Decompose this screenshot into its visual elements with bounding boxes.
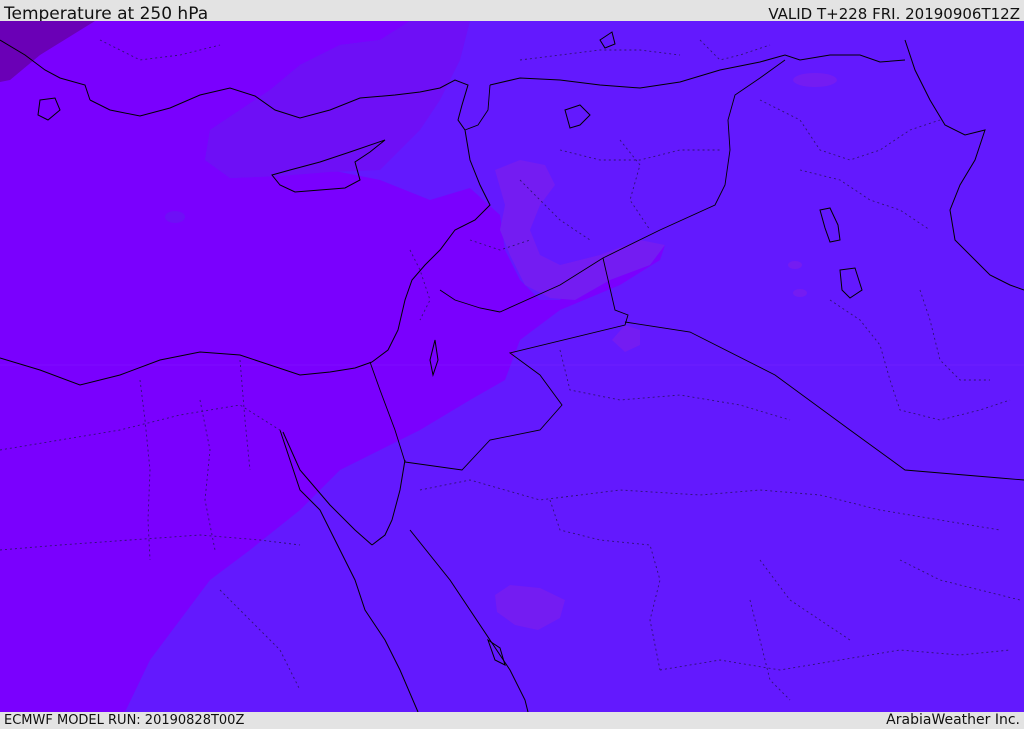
- map-canvas: [0, 21, 1024, 712]
- credit-label: ArabiaWeather Inc.: [886, 712, 1020, 728]
- model-run-label: ECMWF MODEL RUN: 20190828T00Z: [4, 713, 245, 728]
- weather-map: [0, 21, 1024, 712]
- footer-bar: ECMWF MODEL RUN: 20190828T00Z ArabiaWeat…: [0, 712, 1024, 729]
- field-cold-patch-sea: [165, 211, 185, 223]
- header-bar: Temperature at 250 hPa VALID T+228 FRI. …: [0, 0, 1024, 24]
- field-cold-patch-small: [788, 261, 802, 269]
- field-cold-patch-turkey: [793, 73, 837, 87]
- field-cold-patch-small2: [793, 289, 807, 297]
